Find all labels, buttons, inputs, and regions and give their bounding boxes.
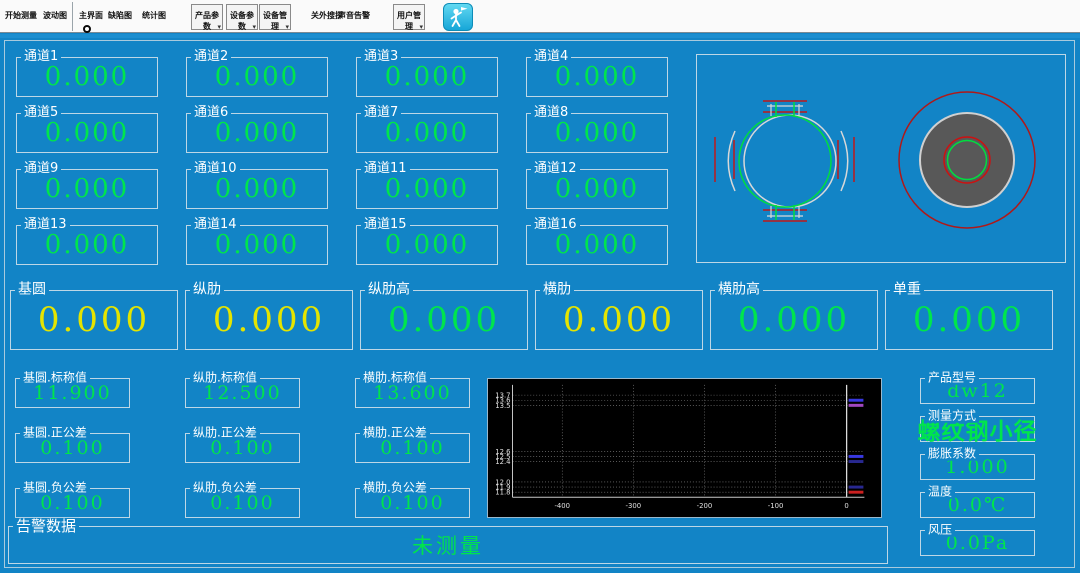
menu-user-management[interactable]: 用户管理 ▾	[393, 4, 425, 30]
measurement-box: 单重 0.000	[885, 290, 1053, 350]
app-window: 开始测量 波动图 主界面 缺陷图 统计图 产品参数 ▾ 设备参数 ▾ 设备管理 …	[0, 0, 1080, 573]
svg-text:0: 0	[844, 502, 848, 510]
channel-box: 通道1 0.000	[16, 57, 158, 97]
channel-box: 通道14 0.000	[186, 225, 328, 265]
toolbar-bottom-strip	[0, 34, 1080, 38]
channel-box: 通道10 0.000	[186, 169, 328, 209]
parameter-box: 纵肋.负公差 0.100	[185, 488, 300, 518]
measurement-box-value: 0.000	[186, 291, 352, 349]
menu-statistics-chart[interactable]: 统计图	[142, 10, 166, 21]
svg-text:13.5: 13.5	[495, 402, 510, 410]
product-field: 测量方式 螺纹钢小径	[920, 416, 1035, 442]
toolbar: 开始测量 波动图 主界面 缺陷图 统计图 产品参数 ▾ 设备参数 ▾ 设备管理 …	[0, 0, 1080, 33]
svg-text:-100: -100	[768, 502, 784, 510]
parameter-box: 基圆.负公差 0.100	[15, 488, 130, 518]
menu-defect-chart[interactable]: 缺陷图	[108, 10, 132, 21]
measurement-box: 纵肋 0.000	[185, 290, 353, 350]
parameters-grid: 基圆.标称值 11.900 纵肋.标称值 12.500 横肋.标称值 13.60…	[15, 378, 470, 518]
product-field: 膨胀系数 1.000	[920, 454, 1035, 480]
cross-section-diagram	[899, 92, 1035, 228]
dropdown-arrow-icon: ▾	[419, 23, 423, 31]
svg-text:12.4: 12.4	[495, 458, 510, 466]
measurement-box: 横肋 0.000	[535, 290, 703, 350]
gauge-view-panel	[696, 54, 1066, 263]
measurement-box-value: 0.000	[886, 291, 1052, 349]
measurements-row: 基圆 0.000 纵肋 0.000 纵肋高 0.000 横肋 0.000 横肋高…	[10, 290, 1053, 350]
product-info-column: 产品型号 dw12 测量方式 螺纹钢小径 膨胀系数 1.000 温度 0.0℃ …	[920, 378, 1035, 556]
person-with-flag-icon[interactable]	[443, 3, 473, 31]
parameter-box: 纵肋.标称值 12.500	[185, 378, 300, 408]
parameter-box: 横肋.负公差 0.100	[355, 488, 470, 518]
measurement-box: 纵肋高 0.000	[360, 290, 528, 350]
measurement-box: 基圆 0.000	[10, 290, 178, 350]
menu-device-management[interactable]: 设备管理 ▾	[259, 4, 291, 30]
channel-box: 通道12 0.000	[526, 169, 668, 209]
channel-box: 通道11 0.000	[356, 169, 498, 209]
svg-text:-200: -200	[697, 502, 713, 510]
parameter-box: 基圆.标称值 11.900	[15, 378, 130, 408]
channel-box: 通道5 0.000	[16, 113, 158, 153]
channel-box: 通道6 0.000	[186, 113, 328, 153]
channel-box: 通道2 0.000	[186, 57, 328, 97]
channel-box: 通道8 0.000	[526, 113, 668, 153]
measurement-box-value: 0.000	[361, 291, 527, 349]
channel-box: 通道13 0.000	[16, 225, 158, 265]
parameter-box: 横肋.标称值 13.600	[355, 378, 470, 408]
dropdown-arrow-icon: ▾	[217, 23, 221, 31]
channel-box: 通道4 0.000	[526, 57, 668, 97]
product-field: 产品型号 dw12	[920, 378, 1035, 404]
main-screen-selected-indicator	[83, 25, 91, 33]
menu-start-measurement[interactable]: 开始测量	[5, 10, 37, 21]
channel-box: 通道3 0.000	[356, 57, 498, 97]
measurement-box-value: 0.000	[11, 291, 177, 349]
channel-box: 通道16 0.000	[526, 225, 668, 265]
parameter-box: 纵肋.正公差 0.100	[185, 433, 300, 463]
measurement-box-value: 0.000	[711, 291, 877, 349]
svg-text:11.8: 11.8	[495, 489, 510, 497]
menu-sound-alarm[interactable]: 声音告警	[338, 10, 370, 21]
toolbar-separator	[72, 2, 73, 31]
channels-grid: 通道1 0.000 通道2 0.000 通道3 0.000 通道4 0.000 …	[16, 57, 668, 265]
alarm-data-box: 告警数据 未测量	[8, 526, 888, 564]
measurement-box: 横肋高 0.000	[710, 290, 878, 350]
menu-wave-chart[interactable]: 波动图	[43, 10, 67, 21]
parameter-box: 横肋.正公差 0.100	[355, 433, 470, 463]
alarm-data-label: 告警数据	[13, 518, 79, 535]
profile-view-diagram	[715, 101, 854, 221]
measure-status-text: 未测量	[9, 527, 887, 563]
trend-chart: 13.713.613.512.612.512.412.011.911.8-400…	[487, 378, 882, 518]
menu-main-screen[interactable]: 主界面	[79, 10, 103, 21]
dropdown-arrow-icon: ▾	[285, 23, 289, 31]
svg-text:-300: -300	[626, 502, 642, 510]
dropdown-arrow-icon: ▾	[252, 23, 256, 31]
menu-device-params[interactable]: 设备参数 ▾	[226, 4, 258, 30]
channel-box: 通道7 0.000	[356, 113, 498, 153]
channel-box: 通道9 0.000	[16, 169, 158, 209]
measurement-box-value: 0.000	[536, 291, 702, 349]
svg-text:-400: -400	[554, 502, 570, 510]
menu-product-params[interactable]: 产品参数 ▾	[191, 4, 223, 30]
product-field: 温度 0.0℃	[920, 492, 1035, 518]
parameter-box: 基圆.正公差 0.100	[15, 433, 130, 463]
product-field: 风压 0.0Pa	[920, 530, 1035, 556]
channel-box: 通道15 0.000	[356, 225, 498, 265]
